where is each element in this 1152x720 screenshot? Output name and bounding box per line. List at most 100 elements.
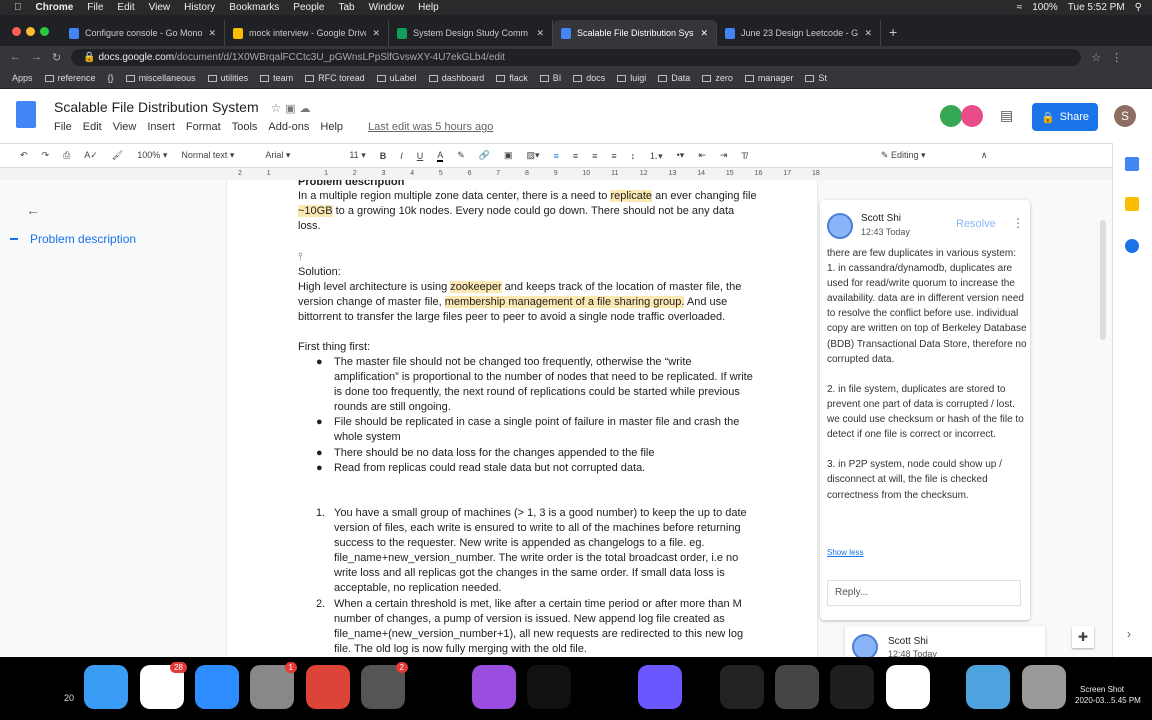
bookmark-rfc[interactable]: RFC toread [305,73,365,83]
bookmark-ulabel[interactable]: uLabel [376,73,417,83]
bookmark-reference[interactable]: reference [44,73,96,83]
docs-menu-insert[interactable]: Insert [147,121,175,133]
bookmark-flack[interactable]: flack [496,73,528,83]
bookmark-apps[interactable]: Apps [12,73,33,83]
comment-thread-collapsed[interactable]: Scott Shi 12:48 Today [845,626,1045,657]
zoom-window-button[interactable] [40,27,49,36]
italic-button[interactable]: I [400,151,403,161]
comment-thread[interactable]: Scott Shi 12:43 Today Resolve ⋮ there ar… [820,200,1030,620]
font-size-select[interactable]: 11 ▾ [349,150,365,161]
docs-menu-file[interactable]: File [54,121,72,133]
back-icon[interactable]: ← [10,51,21,63]
highlight-icon[interactable]: ✎ [457,150,465,161]
bookmark-star-icon[interactable]: ☆ [1091,51,1101,64]
dock-help-icon[interactable] [582,665,626,709]
editing-mode-select[interactable]: ✎ Editing ▾ [881,150,967,161]
battery-label[interactable]: 100% [1032,2,1058,13]
menu-people[interactable]: People [293,2,324,13]
redo-icon[interactable]: ↷ [42,150,50,161]
wifi-icon[interactable]: ≈ [1017,2,1023,13]
close-tab-icon[interactable]: ✕ [208,28,216,39]
comments-icon[interactable]: ▤ [1000,107,1013,124]
bookmark-docs[interactable]: docs [573,73,605,83]
star-icon[interactable]: ☆ [271,101,282,115]
close-tab-icon[interactable]: ✕ [536,28,544,39]
style-select[interactable]: Normal text ▾ [181,150,251,161]
menu-app[interactable]: Chrome [36,2,74,13]
collaborator-avatar[interactable] [961,105,983,127]
menu-edit[interactable]: Edit [117,2,134,13]
show-less-link[interactable]: Show less [827,548,863,557]
reload-icon[interactable]: ↻ [52,51,61,64]
docs-menu-format[interactable]: Format [186,121,221,133]
minimize-window-button[interactable] [26,27,35,36]
docs-menu-view[interactable]: View [113,121,137,133]
expand-panel-icon[interactable]: › [1127,627,1131,641]
bookmark-manager[interactable]: manager [744,73,793,83]
apple-icon[interactable]:  [14,2,22,13]
image-icon[interactable]: ▨▾ [527,150,540,161]
bookmark-st[interactable]: St [805,73,827,83]
menu-history[interactable]: History [184,2,215,13]
calendar-icon[interactable] [1125,157,1139,171]
spotlight-icon[interactable]: ⚲ [1135,2,1142,13]
dock-pixel-icon[interactable] [418,665,462,709]
undo-icon[interactable]: ↶ [20,150,28,161]
align-right-icon[interactable]: ≡ [592,151,597,161]
menu-window[interactable]: Window [369,2,405,13]
dock-trash-icon[interactable] [1022,665,1066,709]
bookmark-luigi[interactable]: luigi [617,73,646,83]
tab-june-23[interactable]: June 23 Design Leetcode - Go ✕ [717,20,881,46]
tab-system-design[interactable]: System Design Study Comm ✕ [389,20,553,46]
bookmark-miscellaneous[interactable]: miscellaneous [125,73,196,83]
clock[interactable]: Tue 5:52 PM [1068,2,1125,13]
dock-activity-monitor-icon[interactable] [720,665,764,709]
account-avatar[interactable]: S [1114,105,1136,127]
paint-format-icon[interactable]: 🖌 [112,150,123,161]
close-window-button[interactable] [12,27,21,36]
justify-icon[interactable]: ≡ [611,151,616,161]
add-comment-icon[interactable]: ✚ [1072,626,1094,648]
share-button[interactable]: 🔒 Share [1032,103,1098,131]
dock-music-icon[interactable] [886,665,930,709]
new-tab-button[interactable]: + [889,24,897,40]
dock-downloads-folder-icon[interactable] [966,665,1010,709]
dock-terminal-icon[interactable] [830,665,874,709]
collapse-icon[interactable]: ∧ [981,150,988,161]
bold-button[interactable]: B [380,151,387,161]
bookmark-team[interactable]: team [260,73,293,83]
dock-slack-icon[interactable]: 28 [140,662,187,709]
menu-tab[interactable]: Tab [338,2,354,13]
outline-back-icon[interactable]: ← [26,202,40,218]
close-tab-icon[interactable]: ✕ [700,28,708,39]
dock-podcasts-icon[interactable] [472,665,516,709]
text-color-button[interactable]: A [437,150,444,162]
menu-bookmarks[interactable]: Bookmarks [229,2,279,13]
increase-indent-icon[interactable]: ⇥ [720,150,728,161]
docs-logo-icon[interactable] [16,101,36,128]
collaborator-avatar[interactable] [940,105,962,127]
tab-scalable-file[interactable]: Scalable File Distribution Syst ✕ [553,20,717,46]
menu-file[interactable]: File [87,2,103,13]
url-input[interactable]: 🔒 docs.google.com/document/d/1X0WBrqalFC… [71,48,1082,66]
extensions-icon[interactable]: ⋮ [1111,51,1122,64]
tasks-icon[interactable] [1125,239,1139,253]
docs-menu-tools[interactable]: Tools [232,121,258,133]
ruler[interactable]: 2 1 1 2 3 4 5 6 7 8 9 10 11 12 13 14 15 16 17 18 [0,168,1112,180]
decrease-indent-icon[interactable]: ⇤ [698,150,706,161]
dock-system-preferences-icon[interactable]: 1 [250,662,297,709]
link-icon[interactable]: 🔗 [479,150,490,161]
font-select[interactable]: Arial ▾ [265,150,335,161]
keep-icon[interactable] [1125,197,1139,211]
bookmark-zero[interactable]: zero [702,73,733,83]
more-options-icon[interactable]: ⋮ [1012,216,1024,230]
dock-chrome-icon[interactable] [306,665,350,709]
zoom-select[interactable]: 100% ▾ [137,150,167,161]
spellcheck-icon[interactable]: A✓ [84,150,98,161]
forward-icon[interactable]: → [31,51,42,63]
bookmark-utilities[interactable]: utilities [207,73,248,83]
outline-item-problem-description[interactable]: Problem description [30,232,136,246]
menu-view[interactable]: View [149,2,171,13]
dock-goland-icon[interactable] [638,665,682,709]
dock-app-store-icon[interactable]: 2 [361,662,408,709]
